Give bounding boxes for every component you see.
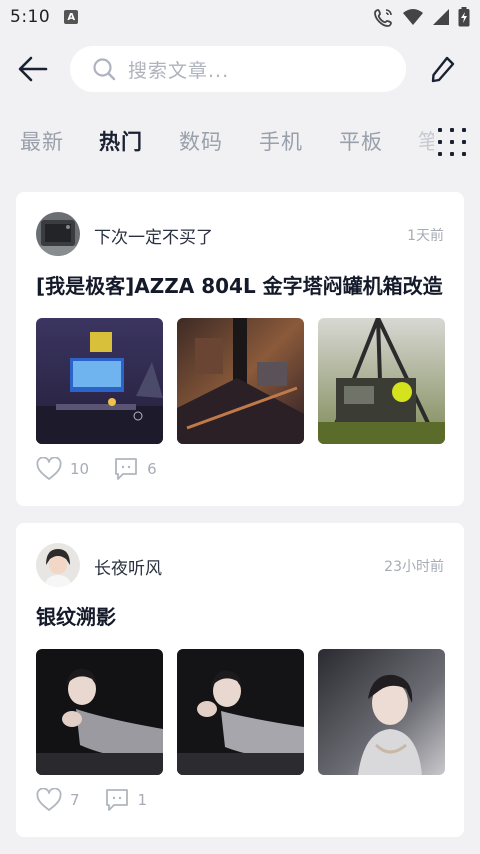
category-tabs: 最新 热门 数码 手机 平板 笔 — [0, 118, 480, 166]
post-image[interactable] — [318, 649, 445, 775]
post-title[interactable]: 银纹溯影 — [36, 601, 116, 630]
author-name[interactable]: 长夜听风 — [94, 554, 162, 579]
tab-latest[interactable]: 最新 — [20, 126, 64, 156]
top-bar: 搜索文章... — [0, 44, 480, 94]
post-title[interactable]: [我是极客]AZZA 804L 金字塔闷罐机箱改造 — [36, 270, 443, 299]
write-post-button[interactable] — [426, 52, 460, 86]
post-image[interactable] — [36, 649, 163, 775]
post-stats: 10 6 — [36, 456, 181, 482]
tab-overflow-hint: 笔 — [418, 130, 434, 154]
status-icons — [374, 7, 470, 27]
post-images — [36, 318, 445, 444]
battery-icon — [458, 7, 470, 27]
search-icon — [93, 58, 116, 81]
post-image[interactable] — [177, 649, 304, 775]
like-count: 10 — [70, 460, 90, 478]
back-button[interactable] — [16, 52, 50, 86]
tab-tablet[interactable]: 平板 — [339, 126, 383, 156]
notification-indicator-icon: A — [64, 10, 79, 24]
author-name[interactable]: 下次一定不买了 — [94, 223, 213, 248]
heart-icon — [36, 457, 62, 480]
comment-count: 6 — [147, 460, 157, 478]
avatar[interactable] — [36, 212, 80, 256]
post-card[interactable]: 下次一定不买了 1天前 [我是极客]AZZA 804L 金字塔闷罐机箱改造 10… — [16, 192, 464, 506]
tab-hot[interactable]: 热门 — [99, 126, 143, 156]
tab-digital[interactable]: 数码 — [179, 126, 223, 156]
comment-button[interactable]: 6 — [113, 457, 157, 481]
status-bar: 5:10 A — [0, 0, 480, 34]
comment-count: 1 — [137, 791, 148, 809]
pencil-icon — [431, 56, 455, 83]
post-stats: 7 1 — [36, 787, 171, 813]
post-images — [36, 649, 445, 775]
status-time: 5:10 — [10, 7, 51, 27]
signal-icon — [433, 9, 449, 25]
back-arrow-icon — [18, 56, 48, 82]
all-categories-button[interactable] — [436, 126, 468, 158]
search-input[interactable]: 搜索文章... — [70, 46, 406, 92]
like-button[interactable]: 7 — [36, 788, 80, 812]
post-card[interactable]: 长夜听风 23小时前 银纹溯影 7 1 — [16, 523, 464, 837]
tab-phone[interactable]: 手机 — [259, 126, 303, 156]
avatar[interactable] — [36, 543, 80, 587]
wifi-call-icon — [374, 9, 392, 27]
like-count: 7 — [70, 791, 80, 809]
comment-button[interactable]: 1 — [104, 788, 148, 812]
post-image[interactable] — [177, 318, 304, 444]
like-button[interactable]: 10 — [36, 457, 89, 481]
heart-icon — [36, 788, 62, 811]
search-placeholder: 搜索文章... — [128, 59, 230, 82]
wifi-icon — [403, 9, 423, 25]
post-image[interactable] — [318, 318, 445, 444]
comment-icon — [115, 458, 137, 480]
comment-icon — [105, 789, 128, 811]
post-time: 23小时前 — [384, 559, 444, 575]
post-image[interactable] — [36, 318, 163, 444]
post-time: 1天前 — [407, 228, 444, 244]
